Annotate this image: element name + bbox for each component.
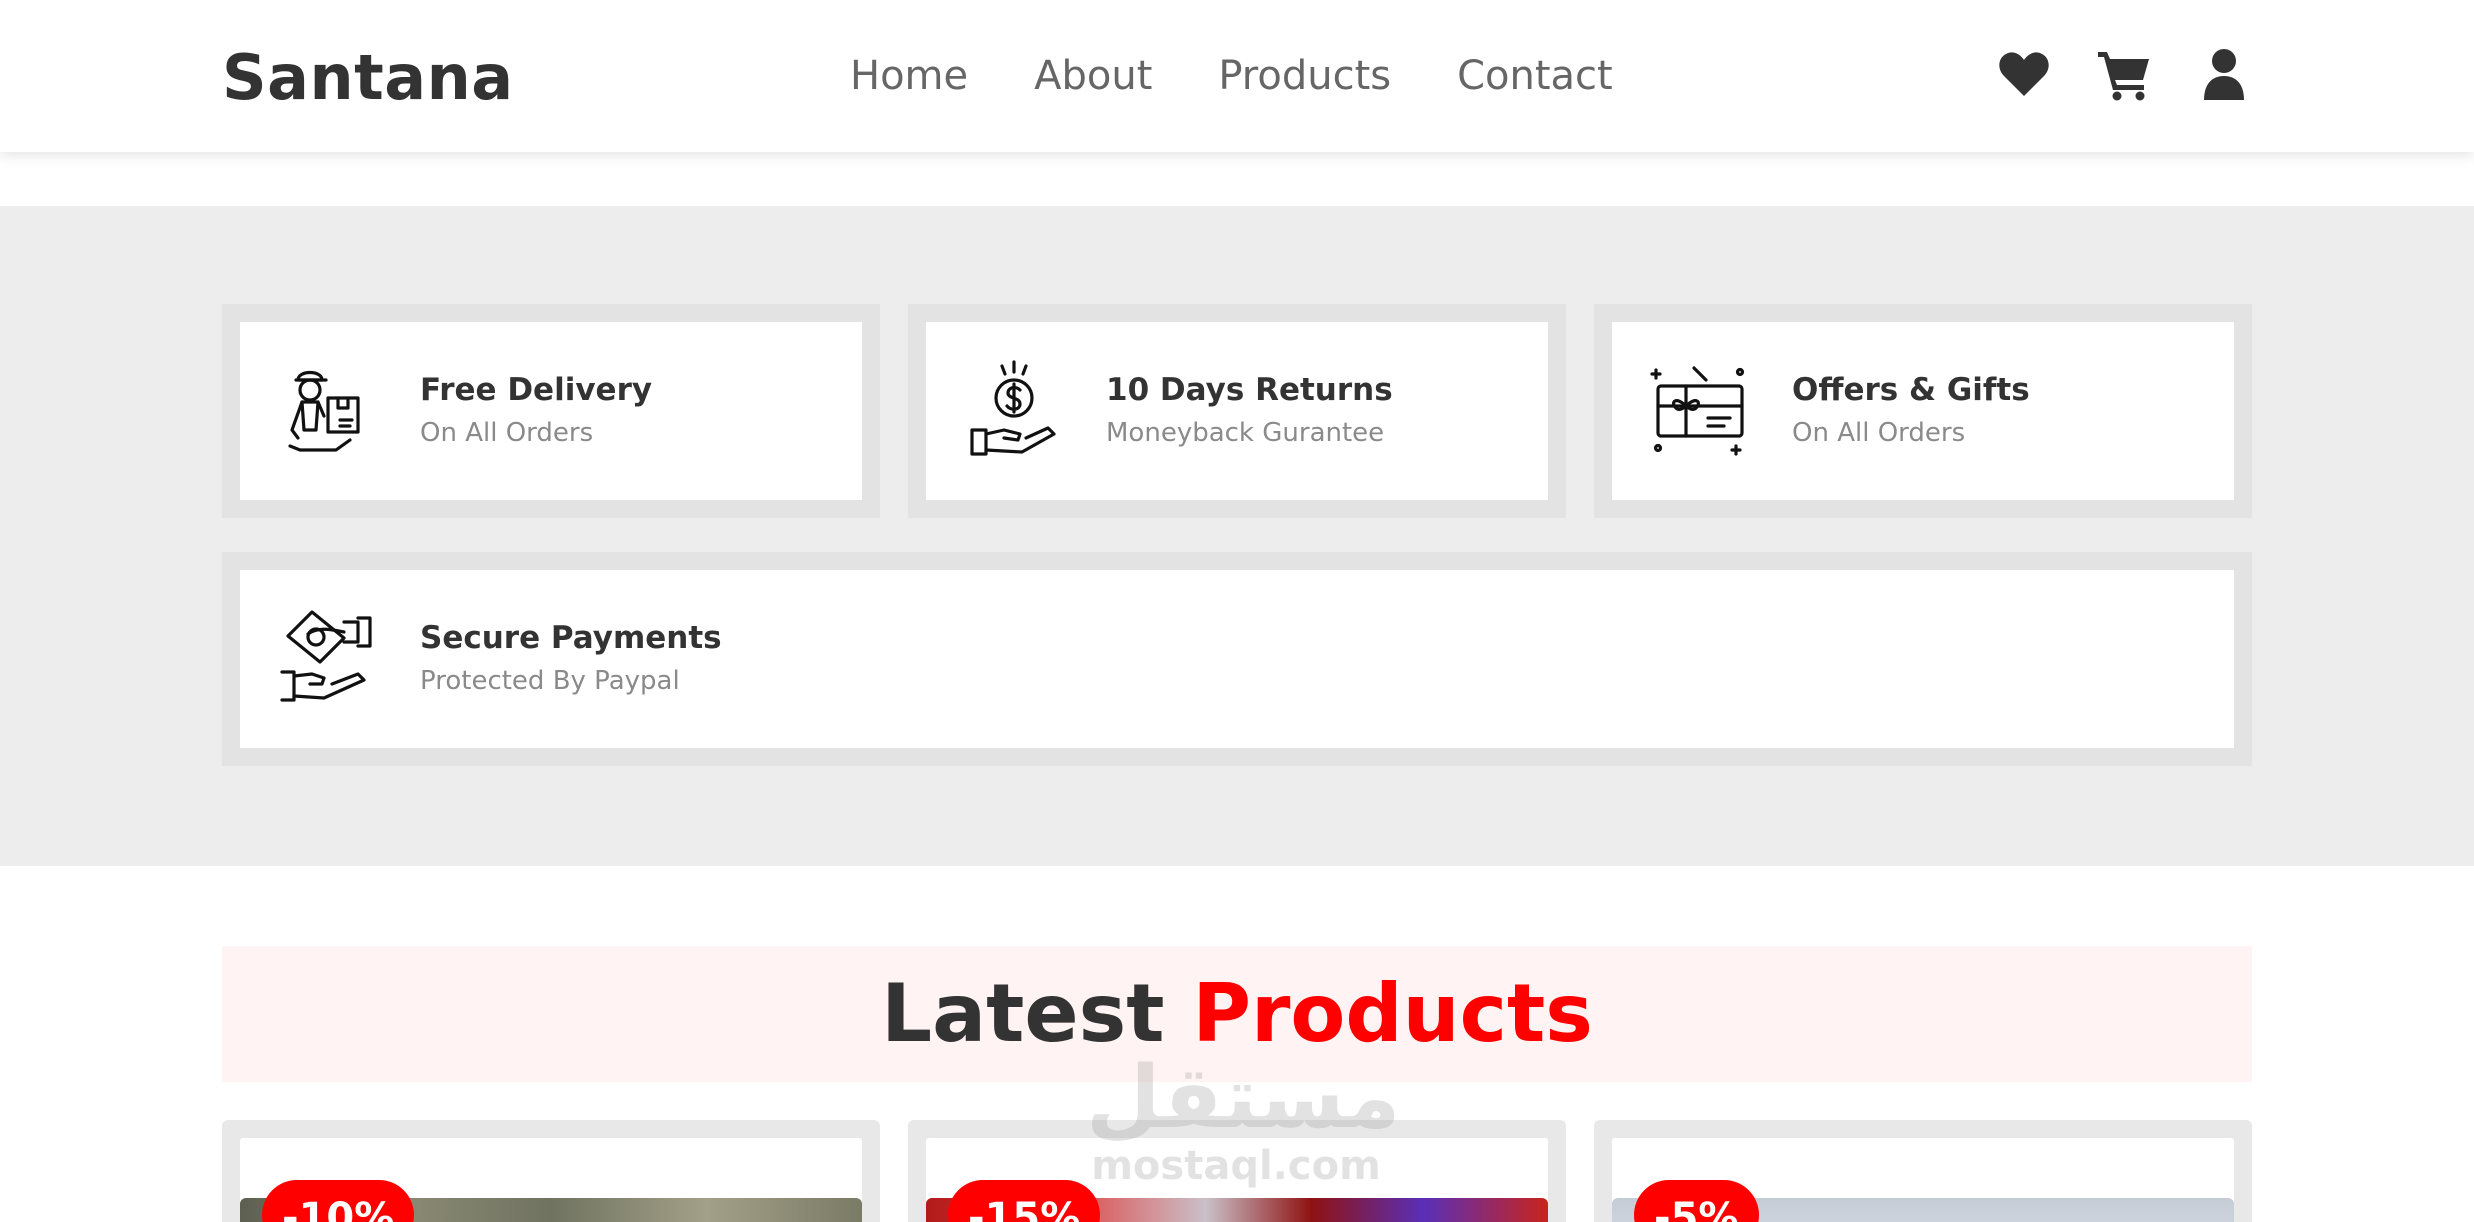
heart-icon[interactable] (1996, 46, 2052, 102)
product-card-inner: -5% (1612, 1138, 2234, 1222)
feature-card-inner: Free Delivery On All Orders (240, 322, 862, 500)
feature-card-returns: 10 Days Returns Moneyback Gurantee (908, 304, 1566, 518)
nav-home[interactable]: Home (850, 48, 968, 104)
product-card[interactable]: -10% (222, 1120, 880, 1222)
gift-card-icon (1650, 366, 1745, 456)
feature-card-inner: Secure Payments Protected By Paypal (240, 570, 2234, 748)
product-card[interactable]: -5% (1594, 1120, 2252, 1222)
feature-title: 10 Days Returns (1106, 372, 1393, 408)
feature-subtitle: Moneyback Gurantee (1106, 418, 1385, 448)
feature-card-inner: 10 Days Returns Moneyback Gurantee (926, 322, 1548, 500)
feature-card-payments: Secure Payments Protected By Paypal (222, 552, 2252, 766)
section-title-part1: Latest (881, 967, 1165, 1060)
product-card-inner: -15% (926, 1138, 1548, 1222)
feature-title: Secure Payments (420, 620, 722, 656)
feature-title: Offers & Gifts (1792, 372, 2030, 408)
feature-card-delivery: Free Delivery On All Orders (222, 304, 880, 518)
delivery-person-icon (288, 370, 360, 452)
product-card-inner: -10% (240, 1138, 862, 1222)
cart-icon[interactable] (2096, 46, 2152, 102)
header-actions (1996, 46, 2252, 102)
feature-card-gifts: Offers & Gifts On All Orders (1594, 304, 2252, 518)
feature-title: Free Delivery (420, 372, 653, 408)
feature-subtitle: Protected By Paypal (420, 666, 680, 696)
nav-products[interactable]: Products (1218, 48, 1391, 104)
discount-badge: -15% (948, 1180, 1101, 1222)
nav-about[interactable]: About (1034, 48, 1152, 104)
payment-hands-icon (280, 610, 372, 702)
discount-badge: -5% (1634, 1180, 1759, 1222)
money-return-icon (970, 360, 1056, 456)
site-header: Santana Home About Products Contact (0, 0, 2474, 152)
product-card[interactable]: -15% (908, 1120, 1566, 1222)
feature-subtitle: On All Orders (420, 418, 594, 448)
site-logo[interactable]: Santana (222, 42, 514, 114)
section-title: Latest Products (222, 946, 2252, 1082)
latest-products-banner: Latest Products (222, 946, 2252, 1082)
features-section: Free Delivery On All Orders 10 Days Retu… (0, 206, 2474, 866)
section-title-accent: Products (1192, 967, 1593, 1060)
main-nav: Home About Products Contact (850, 48, 1613, 104)
feature-subtitle: On All Orders (1792, 418, 1966, 448)
discount-badge: -10% (262, 1180, 415, 1222)
nav-contact[interactable]: Contact (1457, 48, 1613, 104)
feature-card-inner: Offers & Gifts On All Orders (1612, 322, 2234, 500)
user-icon[interactable] (2196, 46, 2252, 102)
